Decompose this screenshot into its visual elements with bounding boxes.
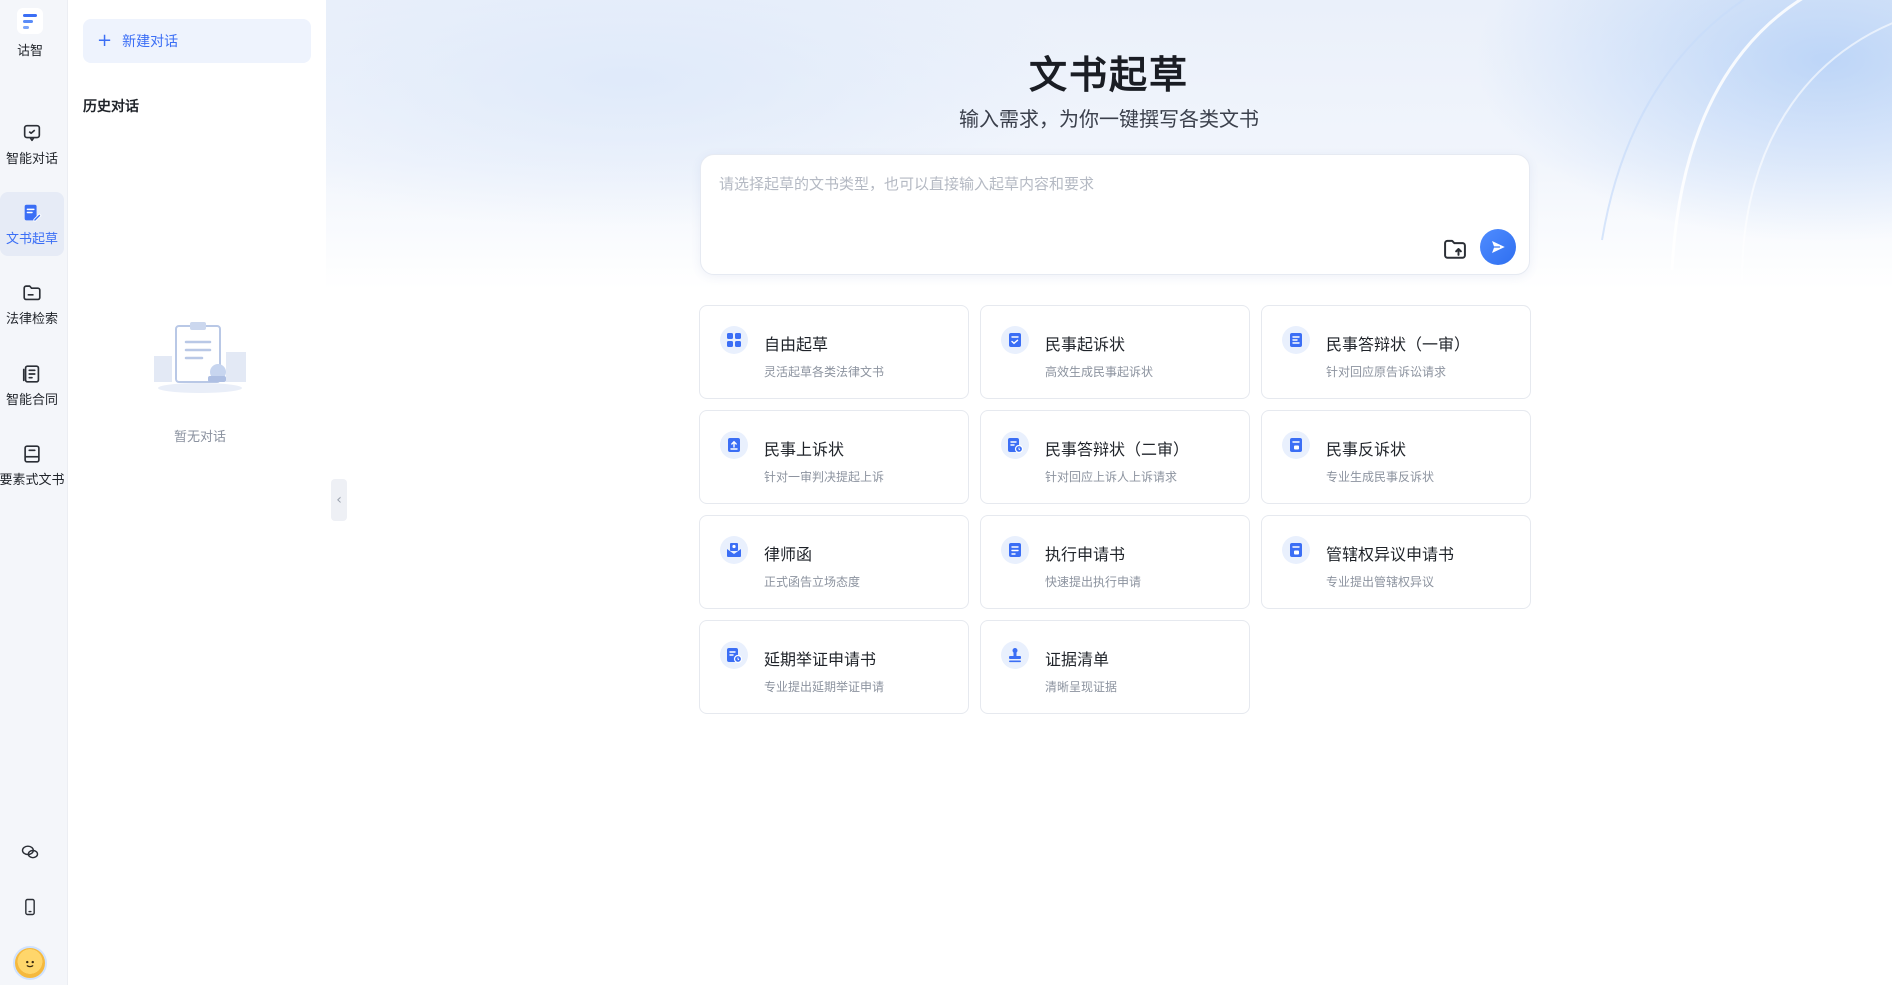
- card-title: 证据清单: [1045, 650, 1110, 669]
- rail-item-drafting[interactable]: 文书起草: [0, 192, 64, 256]
- send-button[interactable]: [1480, 229, 1516, 265]
- card-description: 快速提出执行申请: [1045, 575, 1142, 589]
- new-chat-label: 新建对话: [122, 34, 179, 50]
- wechat-icon: [21, 845, 39, 859]
- card-description: 专业生成民事反诉状: [1326, 470, 1435, 484]
- page-title: 文书起草: [1028, 53, 1189, 97]
- plus-icon: +: [97, 30, 113, 51]
- upload-file-button[interactable]: [1441, 235, 1469, 263]
- card-civil-complaint[interactable]: 民事起诉状 高效生成民事起诉状: [980, 305, 1250, 399]
- document-clock-icon: [720, 641, 748, 669]
- card-description: 专业提出管辖权异议: [1326, 575, 1435, 589]
- card-description: 针对回应原告诉讼请求: [1326, 365, 1447, 379]
- rail-item-element-document[interactable]: 要素式文书: [0, 433, 65, 497]
- card-civil-appeal[interactable]: 民事上诉状 针对一审判决提起上诉: [699, 410, 969, 504]
- logo-text: 诂智: [16, 44, 43, 59]
- card-title: 律师函: [764, 545, 813, 564]
- card-lawyer-letter[interactable]: 律师函 正式函告立场态度: [699, 515, 969, 609]
- card-execution-application[interactable]: 执行申请书 快速提出执行申请: [980, 515, 1250, 609]
- prompt-input[interactable]: [719, 173, 1499, 223]
- card-civil-defense-second[interactable]: 民事答辩状（二审） 针对回应上诉人上诉请求: [980, 410, 1250, 504]
- card-civil-defense-first[interactable]: 民事答辩状（一审） 针对回应原告诉讼请求: [1261, 305, 1531, 399]
- card-civil-counterclaim[interactable]: 民事反诉状 专业生成民事反诉状: [1261, 410, 1531, 504]
- prompt-composer: [700, 154, 1530, 275]
- card-title: 自由起草: [764, 335, 829, 354]
- grid-icon: [720, 326, 748, 354]
- rail-item-chat[interactable]: 智能对话: [0, 112, 64, 176]
- document-lines-icon: [1001, 536, 1029, 564]
- rail-item-label: 智能合同: [5, 392, 58, 408]
- empty-state-text: 暂无对话: [173, 430, 226, 445]
- document-clock-icon: [1001, 431, 1029, 459]
- wechat-button[interactable]: [0, 842, 60, 862]
- rail-item-label: 文书起草: [5, 231, 58, 247]
- card-title: 民事答辩状（二审）: [1045, 440, 1190, 459]
- mobile-button[interactable]: [0, 897, 60, 917]
- user-avatar-button[interactable]: [0, 946, 60, 980]
- card-description: 清晰呈现证据: [1045, 680, 1118, 694]
- document-lock-icon: [1282, 536, 1310, 564]
- cartoon-avatar-icon: [26, 960, 34, 968]
- rail-item-label: 智能对话: [5, 151, 58, 167]
- rail-item-contract[interactable]: 智能合同: [0, 353, 64, 417]
- card-title: 民事反诉状: [1326, 440, 1407, 459]
- app-logo[interactable]: 诂智: [0, 8, 60, 64]
- document-check-icon: [1001, 326, 1029, 354]
- rail-item-label: 要素式文书: [0, 472, 65, 488]
- card-description: 正式函告立场态度: [764, 575, 861, 589]
- document-lock-icon: [1282, 431, 1310, 459]
- card-title: 民事答辩状（一审）: [1326, 335, 1471, 354]
- send-icon: [1492, 241, 1505, 253]
- page-subtitle: 输入需求，为你一键撰写各类文书: [959, 107, 1259, 131]
- empty-state: 暂无对话: [150, 318, 250, 445]
- folder-search-icon: [23, 284, 41, 300]
- document-edit-icon: [24, 204, 42, 222]
- card-description: 针对回应上诉人上诉请求: [1045, 470, 1178, 484]
- chat-bubble-icon: [23, 124, 41, 141]
- letter-icon: [720, 536, 748, 564]
- upload-document-icon: [720, 431, 748, 459]
- document-list-icon: [1282, 326, 1310, 354]
- card-title: 执行申请书: [1045, 545, 1126, 564]
- rail-item-label: 法律检索: [5, 311, 58, 327]
- new-chat-button[interactable]: + 新建对话: [83, 19, 311, 63]
- card-title: 管辖权异议申请书: [1326, 545, 1455, 564]
- form-document-icon: [24, 444, 40, 463]
- nav-rail: 诂智 智能对话 文书起草 法律检索 智能合同 要素式文书: [0, 0, 68, 985]
- card-description: 灵活起草各类法律文书: [764, 365, 885, 379]
- rail-item-legal-search[interactable]: 法律检索: [0, 272, 64, 336]
- card-title: 延期举证申请书: [764, 650, 877, 669]
- card-description: 专业提出延期举证申请: [764, 680, 885, 694]
- folder-upload-icon: [1444, 239, 1466, 259]
- avatar: [13, 946, 47, 980]
- card-extension-evidence[interactable]: 延期举证申请书 专业提出延期举证申请: [699, 620, 969, 714]
- card-title: 民事上诉状: [764, 440, 845, 459]
- card-evidence-list[interactable]: 证据清单 清晰呈现证据: [980, 620, 1250, 714]
- document-type-grid: 自由起草 灵活起草各类法律文书 民事起诉状 高效生成民事起诉状 民事答辩状（一审…: [699, 305, 1531, 714]
- stamp-icon: [1001, 641, 1029, 669]
- history-title: 历史对话: [83, 99, 139, 115]
- history-panel: + 新建对话 历史对话 暂无对话: [68, 0, 326, 985]
- logo-icon: [17, 8, 43, 34]
- main-content: 文书起草 输入需求，为你一键撰写各类文书 自由起草 灵活起草各类法律文书: [326, 0, 1892, 985]
- card-description: 针对一审判决提起上诉: [764, 470, 885, 484]
- contract-icon: [22, 364, 40, 383]
- card-jurisdiction-objection[interactable]: 管辖权异议申请书 专业提出管辖权异议: [1261, 515, 1531, 609]
- empty-document-illustration: [154, 322, 246, 393]
- mobile-icon: [25, 898, 35, 916]
- card-title: 民事起诉状: [1045, 335, 1126, 354]
- card-description: 高效生成民事起诉状: [1045, 365, 1154, 379]
- card-free-draft[interactable]: 自由起草 灵活起草各类法律文书: [699, 305, 969, 399]
